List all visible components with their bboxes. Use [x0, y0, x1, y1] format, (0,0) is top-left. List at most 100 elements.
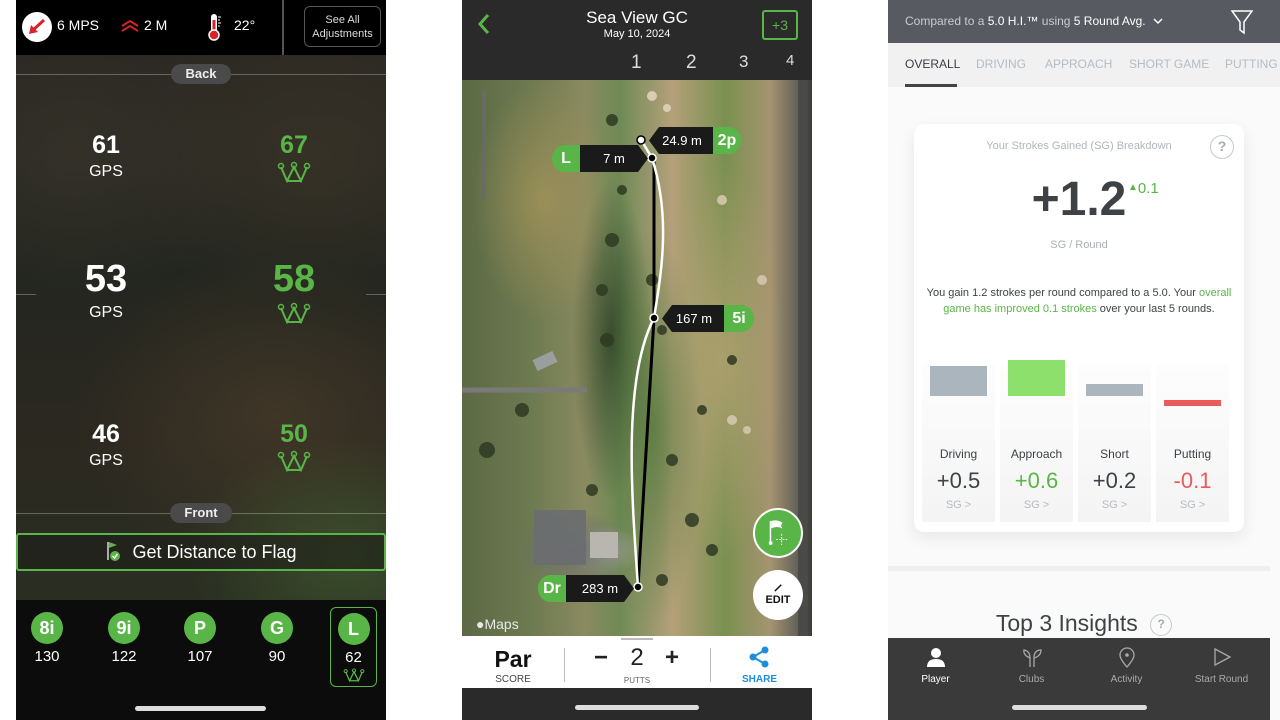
putts-label: PUTTS [623, 676, 651, 685]
score-bar: Par SCORE − 2 + PUTTS SHARE [462, 636, 812, 688]
nav-start-round[interactable]: Start Round [1174, 646, 1269, 685]
person-icon [926, 648, 945, 667]
hole-tab-3[interactable]: 3 [739, 52, 748, 72]
comparison-selector[interactable]: Compared to a 5.0 H.I.™ using 5 Round Av… [888, 0, 1280, 43]
sg-category-value: -0.1 [1173, 468, 1212, 493]
rangefinder-screen: 6 MPS 2 M 22° See All Adjustments Back 6… [16, 0, 386, 720]
move-flag-button[interactable] [753, 508, 803, 558]
sg-bar [1086, 384, 1143, 396]
header: Sea View GC May 10, 2024 +3 1 2 3 4 [462, 0, 812, 80]
hole-tab-4[interactable]: 4 [786, 52, 794, 69]
handicap-value: 5.0 H.I.™ [987, 14, 1039, 28]
sg-delta: ▲0.1 [1128, 180, 1159, 197]
category-tabs: OVERALL DRIVING APPROACH SHORT GAME PUTT… [888, 43, 1280, 87]
middle-adjusted-distance: 58 [244, 258, 344, 324]
crown-icon [343, 668, 364, 682]
club-item[interactable]: 8i 130 [17, 612, 77, 665]
location-pin-icon [1118, 647, 1135, 668]
hole-tab-1[interactable]: 1 [631, 52, 642, 74]
sg-category-name: Driving [939, 447, 978, 461]
home-bar [462, 688, 812, 720]
home-indicator[interactable] [135, 706, 266, 711]
share-label[interactable]: SHARE [732, 674, 787, 685]
see-all-adjustments-button[interactable]: See All Adjustments [304, 6, 381, 47]
section-divider [888, 566, 1270, 571]
middle-tick-right [366, 294, 386, 295]
sg-detail-link[interactable]: SG > [1156, 499, 1229, 511]
score-label: SCORE [495, 674, 531, 685]
sg-category-value: +0.6 [1014, 468, 1059, 493]
tab-putting[interactable]: PUTTING [1225, 57, 1278, 71]
shot-tag-driver[interactable]: Dr 283 m [538, 575, 634, 602]
putts-decrement-button[interactable]: − [594, 644, 608, 672]
help-icon[interactable]: ? [1210, 135, 1234, 159]
sg-column-driving[interactable]: Driving +0.5 SG > [922, 364, 995, 522]
nav-player[interactable]: Player [888, 646, 983, 685]
shot-tag-putt[interactable]: 24.9 m 2p [649, 127, 741, 154]
middle-gps-distance: 53 GPS [84, 258, 128, 321]
tab-approach[interactable]: APPROACH [1045, 57, 1112, 71]
club-item[interactable]: 9i 122 [94, 612, 154, 665]
filter-icon[interactable] [1231, 9, 1253, 35]
sg-category-name: Putting [1173, 447, 1212, 461]
get-distance-to-flag-button[interactable]: Get Distance to Flag [16, 533, 386, 571]
elevation-chevrons-icon [121, 19, 139, 32]
sg-column-short[interactable]: Short +0.2 SG > [1078, 364, 1151, 522]
insights-heading: Top 3 Insights ? [888, 610, 1280, 637]
crown-icon [277, 302, 311, 324]
play-icon [1213, 647, 1231, 667]
temperature-value: 22° [234, 17, 256, 33]
course-name: Sea View GC [586, 8, 688, 27]
round-hole-screen: Sea View GC May 10, 2024 +3 1 2 3 4 24.9… [462, 0, 812, 720]
sg-column-putting[interactable]: Putting -0.1 SG > [1156, 364, 1229, 522]
club-item[interactable]: P 107 [170, 612, 230, 665]
club-item[interactable]: G 90 [247, 612, 307, 665]
edit-button[interactable]: EDIT [753, 570, 803, 620]
club-recommendations: 8i 130 9i 122 P 107 G 90 L 62 [16, 600, 386, 720]
sg-detail-link[interactable]: SG > [1078, 499, 1151, 511]
sg-detail-link[interactable]: SG > [1000, 499, 1073, 511]
putts-increment-button[interactable]: + [665, 644, 679, 672]
conditions-bar: 6 MPS 2 M 22° See All Adjustments [16, 0, 386, 55]
sg-bar [930, 366, 987, 396]
satellite-map[interactable]: 24.9 m 2p L 7 m 167 m 5i Dr 283 m EDIT ●… [462, 80, 812, 636]
active-tab-underline [905, 84, 957, 87]
round-date: May 10, 2024 [603, 28, 671, 40]
score-value[interactable]: Par [478, 646, 548, 673]
sg-column-approach[interactable]: Approach +0.6 SG > [1000, 360, 1073, 522]
sg-description: You gain 1.2 strokes per round compared … [926, 287, 1232, 315]
divider [282, 0, 284, 55]
drag-handle[interactable] [621, 638, 653, 640]
shot-tag-lob[interactable]: L 7 m [552, 145, 648, 172]
club-badge: L [337, 613, 370, 645]
sg-bar [1164, 400, 1221, 406]
club-badge: 9i [108, 612, 140, 644]
hole-tab-2[interactable]: 2 [686, 52, 697, 74]
tab-overall[interactable]: OVERALL [905, 57, 960, 71]
sg-bar [1008, 360, 1065, 396]
apple-maps-logo: ●Maps [476, 616, 519, 632]
nav-clubs[interactable]: Clubs [984, 646, 1079, 685]
average-value: 5 Round Avg. [1073, 14, 1146, 28]
clubs-icon [1022, 649, 1042, 667]
flag-move-icon [768, 520, 788, 545]
club-item-selected[interactable]: L 62 [330, 607, 377, 687]
club-badge: 8i [31, 612, 63, 644]
back-gps-distance: 61 GPS [89, 131, 123, 180]
share-icon[interactable] [747, 645, 771, 669]
score-badge[interactable]: +3 [762, 10, 798, 40]
divider [710, 648, 711, 682]
club-badge: P [184, 612, 216, 644]
shot-tag-5-iron[interactable]: 167 m 5i [662, 305, 754, 332]
tab-short-game[interactable]: SHORT GAME [1129, 57, 1209, 71]
nav-activity[interactable]: Activity [1079, 646, 1174, 685]
pencil-icon [773, 584, 782, 592]
help-icon[interactable]: ? [1150, 614, 1173, 636]
putts-value: 2 [630, 644, 644, 671]
home-indicator[interactable] [1012, 705, 1147, 710]
sg-detail-link[interactable]: SG > [922, 499, 995, 511]
front-label: Front [170, 503, 232, 523]
tab-driving[interactable]: DRIVING [976, 57, 1026, 71]
home-indicator[interactable] [575, 705, 699, 710]
front-adjusted-distance: 50 [244, 420, 344, 472]
